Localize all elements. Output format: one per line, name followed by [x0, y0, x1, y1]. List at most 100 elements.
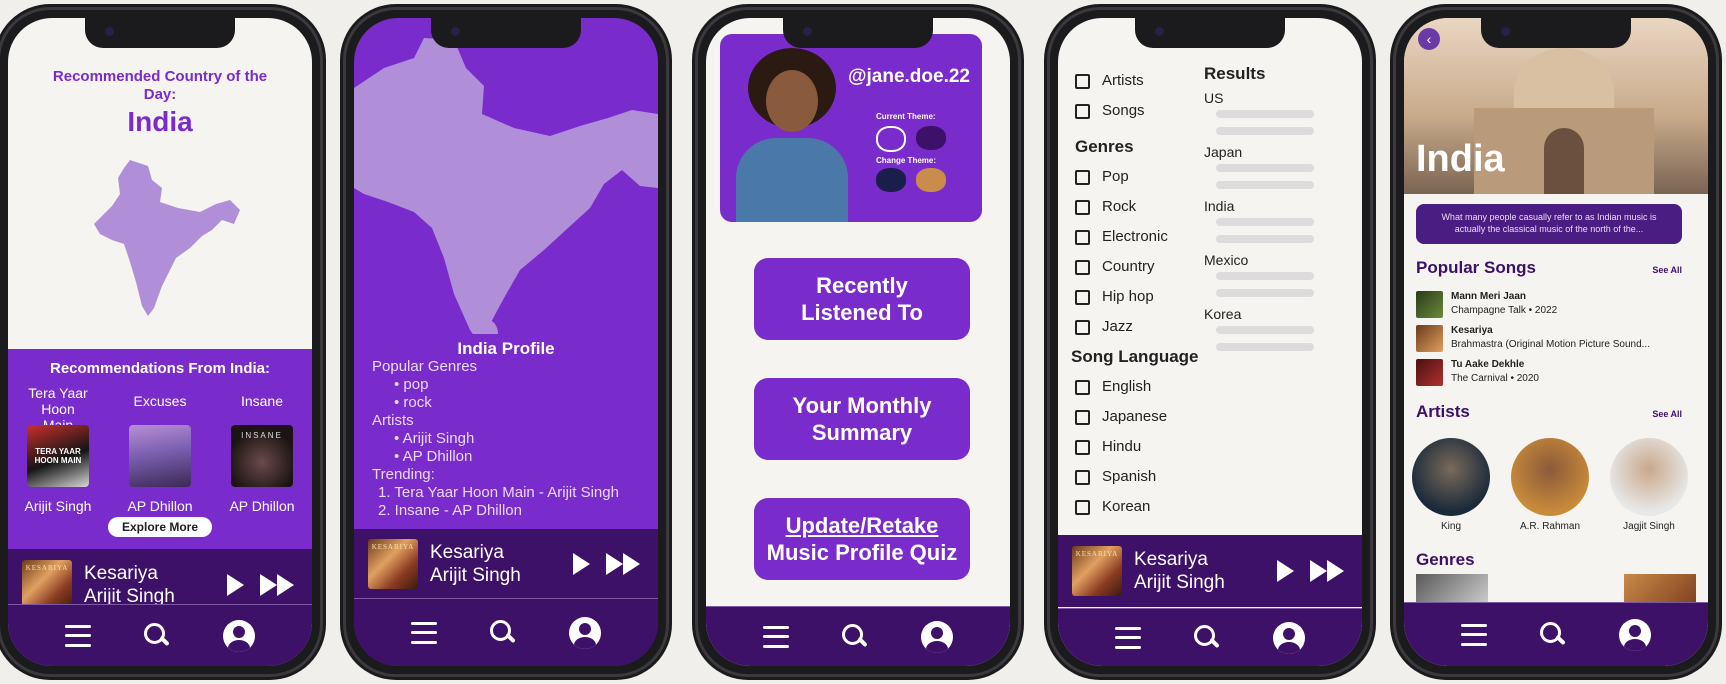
back-arrow-icon[interactable]: ‹ — [1418, 28, 1440, 50]
genre-item: • pop — [394, 376, 429, 393]
genres-label: Genres — [1416, 550, 1475, 569]
profile-icon[interactable] — [569, 616, 602, 649]
song-art — [1416, 358, 1443, 386]
reco-album-art: INSANE — [231, 425, 293, 487]
trending-item[interactable]: 1. Tera Yaar Hoon Main - Arijit Singh — [372, 484, 640, 502]
menu-icon[interactable] — [1460, 623, 1487, 646]
type-songs-checkbox[interactable]: Songs — [1075, 96, 1199, 126]
artist-avatar — [1511, 438, 1589, 516]
profile-icon[interactable] — [223, 619, 256, 652]
language-checkbox[interactable]: Hindu — [1075, 432, 1199, 462]
fast-forward-icon[interactable] — [260, 574, 294, 596]
search-icon[interactable] — [1539, 621, 1566, 648]
result-item[interactable]: India — [1204, 198, 1314, 243]
result-item[interactable]: Korea — [1204, 306, 1314, 351]
profile-icon[interactable] — [1273, 621, 1306, 654]
country-description[interactable]: What many people casually refer to as In… — [1416, 204, 1682, 244]
reco-song: Tera Yaar Hoon Main — [28, 385, 88, 433]
phone-user-profile: @jane.doe.22 Current Theme: Change Theme… — [692, 4, 1024, 680]
results-column: Results US Japan India Mexico Korea — [1204, 64, 1314, 351]
fast-forward-icon[interactable] — [606, 553, 640, 575]
trending-item[interactable]: 2. Insane - AP Dhillon — [372, 502, 640, 520]
country-title: India — [1416, 138, 1505, 180]
genres-label: Popular Genres — [372, 358, 478, 375]
result-item[interactable]: US — [1204, 90, 1314, 135]
reco-album-art: TERA YAAR HOON MAIN — [27, 425, 89, 487]
phone-country-detail: ‹ India What many people casually refer … — [1390, 4, 1722, 680]
language-checkbox[interactable]: Korean — [1075, 492, 1199, 522]
menu-icon[interactable] — [1114, 626, 1141, 649]
reco-card[interactable]: Excuses AP Dhillon — [122, 385, 198, 514]
result-item[interactable]: Japan — [1204, 144, 1314, 189]
see-all-songs-link[interactable]: See All — [1652, 265, 1682, 275]
search-icon[interactable] — [489, 619, 516, 646]
phone-search-filters: Artists Songs Genres Pop Rock Electronic… — [1044, 4, 1376, 680]
menu-icon[interactable] — [410, 621, 437, 644]
genre-checkbox[interactable]: Rock — [1075, 192, 1199, 222]
reco-card[interactable]: Tera Yaar Hoon Main TERA YAAR HOON MAIN … — [20, 385, 96, 514]
profile-card: @jane.doe.22 Current Theme: Change Theme… — [720, 34, 982, 222]
screen-country-detail: ‹ India What many people casually refer … — [1404, 18, 1708, 666]
song-art — [1416, 290, 1443, 318]
genre-checkbox[interactable]: Pop — [1075, 162, 1199, 192]
search-icon[interactable] — [1193, 624, 1220, 651]
recommendations-title: Recommendations From India: — [49, 360, 271, 377]
menu-icon[interactable] — [762, 625, 789, 648]
see-all-artists-link[interactable]: See All — [1652, 409, 1682, 419]
now-playing-bar[interactable]: KESARIYA Kesariya Arijit Singh — [1058, 535, 1362, 607]
india-map-icon[interactable] — [354, 18, 658, 348]
artist-item[interactable]: • Arijit Singh — [372, 430, 640, 448]
profile-icon[interactable] — [1619, 618, 1652, 651]
notch — [431, 18, 581, 48]
reco-artist: AP Dhillon — [127, 498, 193, 514]
genre-checkbox[interactable]: Electronic — [1075, 222, 1199, 252]
recently-listened-button[interactable]: Recently Listened To — [754, 258, 970, 340]
artist-card[interactable]: A.R. Rahman — [1511, 438, 1589, 532]
play-icon[interactable] — [1277, 560, 1294, 582]
genre-checkbox[interactable]: Country — [1075, 252, 1199, 282]
artist-card[interactable]: King — [1412, 438, 1490, 532]
song-art — [1416, 324, 1443, 352]
genre-checkbox[interactable]: Hip hop — [1075, 282, 1199, 312]
play-icon[interactable] — [227, 574, 244, 596]
profile-icon[interactable] — [921, 620, 954, 653]
theme-swatch-current[interactable] — [916, 126, 946, 150]
explore-more-button[interactable]: Explore More — [108, 517, 212, 537]
reco-card[interactable]: Insane INSANE AP Dhillon — [224, 385, 300, 514]
retake-quiz-button[interactable]: Update/Retake Music Profile Quiz — [754, 498, 970, 580]
type-artists-checkbox[interactable]: Artists — [1075, 66, 1199, 96]
artist-card[interactable]: Jagjit Singh — [1610, 438, 1688, 532]
now-playing-song: Kesariya — [1134, 549, 1208, 570]
menu-icon[interactable] — [64, 624, 91, 647]
song-row[interactable]: Tu Aake Dekhle The Carnival • 2020 — [1416, 358, 1682, 386]
search-icon[interactable] — [143, 622, 170, 649]
theme-swatch-option[interactable] — [916, 168, 946, 192]
theme-swatch-option[interactable] — [876, 168, 906, 192]
screen-user-profile: @jane.doe.22 Current Theme: Change Theme… — [706, 18, 1010, 666]
album-cover-text: INSANE — [241, 431, 283, 440]
monthly-summary-button[interactable]: Your Monthly Summary — [754, 378, 970, 460]
theme-swatch-current[interactable] — [876, 126, 906, 152]
song-list: Mann Meri Jaan Champagne Talk • 2022 Kesa… — [1416, 290, 1682, 392]
now-playing-art: KESARIYA — [22, 560, 72, 610]
album-cover-text: TERA YAAR HOON MAIN — [34, 447, 82, 465]
artist-item[interactable]: • AP Dhillon — [372, 448, 640, 466]
song-row[interactable]: Mann Meri Jaan Champagne Talk • 2022 — [1416, 290, 1682, 318]
language-checkbox[interactable]: Spanish — [1075, 462, 1199, 492]
result-item[interactable]: Mexico — [1204, 252, 1314, 297]
play-icon[interactable] — [573, 553, 590, 575]
now-playing-artist: Arijit Singh — [430, 565, 521, 586]
india-map-icon[interactable] — [90, 158, 245, 320]
artists-label: Artists — [372, 412, 414, 429]
now-playing-bar[interactable]: KESARIYA Kesariya Arijit Singh — [354, 529, 658, 599]
language-checkbox[interactable]: English — [1075, 372, 1199, 402]
song-row[interactable]: Kesariya Brahmastra (Original Motion Pict… — [1416, 324, 1682, 352]
notch — [783, 18, 933, 48]
genre-checkbox[interactable]: Jazz — [1075, 312, 1199, 342]
reco-album-art — [129, 425, 191, 487]
artist-avatar — [1412, 438, 1490, 516]
fast-forward-icon[interactable] — [1310, 560, 1344, 582]
artists-label: Artists — [1416, 402, 1470, 421]
search-icon[interactable] — [841, 623, 868, 650]
language-checkbox[interactable]: Japanese — [1075, 402, 1199, 432]
